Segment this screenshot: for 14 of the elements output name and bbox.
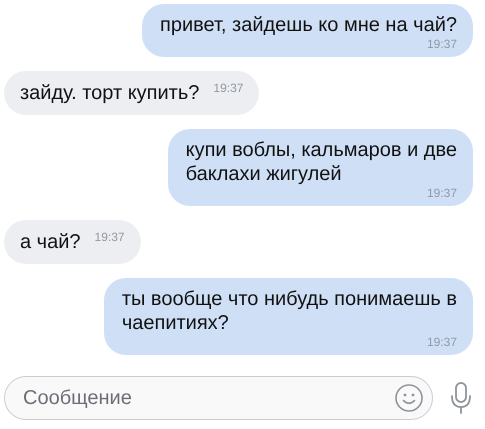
microphone-icon[interactable] [449, 381, 473, 415]
message-time: 19:37 [426, 37, 457, 51]
message-field[interactable]: Сообщение [21, 386, 394, 410]
message-time: 19:37 [426, 335, 457, 349]
smiley-icon[interactable] [394, 383, 424, 413]
message-text: купи воблы, кальмаров и две баклахи жигулей [186, 138, 457, 186]
message-time: 19:37 [213, 81, 244, 95]
message-time: 19:37 [426, 186, 457, 200]
message-field[interactable]: Сообщение [4, 376, 433, 420]
message-text: привет, зайдешь ко мне на чай? [160, 13, 457, 37]
message-text: ты вообще что нибудь понимаешь в чаепитиях? [122, 287, 457, 335]
message-time: 19:37 [94, 230, 125, 244]
message-text: зайду. торт купить? [20, 81, 200, 105]
message-text: а чай? [20, 230, 81, 254]
